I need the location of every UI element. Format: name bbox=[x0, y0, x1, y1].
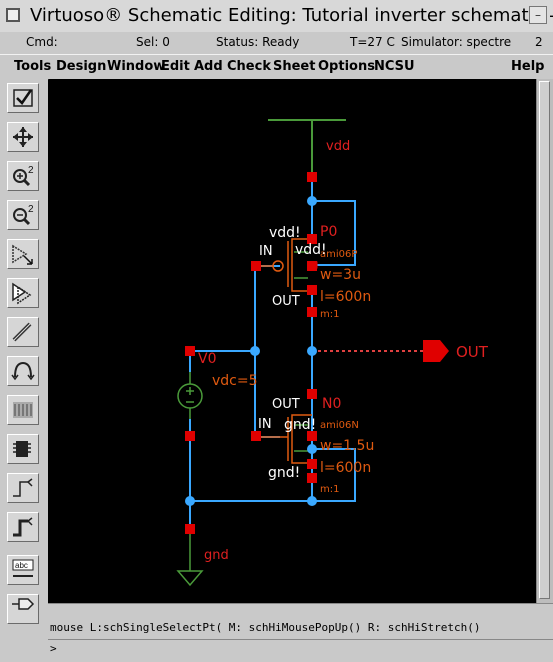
simulator: Simulator: spectre bbox=[401, 35, 512, 49]
cmd-label: Cmd: bbox=[26, 35, 58, 49]
voltage-source bbox=[177, 372, 203, 419]
vertical-scrollbar[interactable] bbox=[536, 79, 553, 603]
label-out-pin: OUT bbox=[456, 343, 489, 361]
label-in-n: IN bbox=[258, 417, 272, 432]
properties-icon bbox=[13, 441, 31, 457]
window-menu-icon[interactable] bbox=[6, 8, 20, 22]
instance-button[interactable] bbox=[7, 473, 39, 503]
undo-button[interactable] bbox=[7, 395, 39, 425]
wire-button[interactable] bbox=[7, 512, 39, 542]
instance-icon bbox=[13, 478, 33, 497]
menu-edit[interactable]: Edit bbox=[161, 59, 190, 74]
wire-name-button[interactable]: abc bbox=[7, 555, 39, 585]
schematic-canvas[interactable]: vdd P0 ami06P w=3u l=600n m:1 vdd! vdd! … bbox=[48, 79, 536, 603]
menu-add[interactable]: Add bbox=[194, 59, 223, 74]
label-out-p: OUT bbox=[272, 294, 300, 309]
label-p0: P0 bbox=[320, 224, 337, 240]
pin-icon bbox=[12, 598, 35, 610]
label-p-w: w=3u bbox=[320, 267, 361, 283]
fit-button[interactable] bbox=[7, 122, 39, 152]
undo-icon bbox=[13, 402, 33, 418]
label-n-m: m:1 bbox=[320, 484, 339, 495]
left-toolbar: 2 2 abc bbox=[0, 79, 48, 624]
zoom-in-button[interactable]: 2 bbox=[7, 161, 39, 191]
prompt: > bbox=[50, 642, 57, 655]
status-text: Status: Ready bbox=[216, 35, 300, 49]
menu-options[interactable]: Options bbox=[318, 59, 375, 74]
menu-bar: Tools Design Window Edit Add Check Sheet… bbox=[0, 54, 553, 80]
menu-check[interactable]: Check bbox=[227, 59, 271, 74]
window-title: Virtuoso® Schematic Editing: Tutorial in… bbox=[30, 5, 553, 26]
fit-icon bbox=[13, 127, 33, 147]
label-ami06n: ami06N bbox=[320, 420, 359, 431]
virtuoso-window: Virtuoso® Schematic Editing: Tutorial in… bbox=[0, 0, 553, 662]
label-v0: V0 bbox=[198, 351, 216, 367]
abc-label: abc bbox=[15, 561, 28, 570]
label-vdd-bang-a: vdd! bbox=[269, 225, 301, 241]
label-vdc: vdc=5 bbox=[212, 373, 258, 389]
label-vdd-bang-b: vdd! bbox=[295, 242, 327, 258]
selection-count: Sel: 0 bbox=[136, 35, 170, 49]
label-in-p: IN bbox=[259, 244, 273, 259]
out-pin bbox=[423, 340, 449, 362]
label-gnd-bang-b: gnd! bbox=[268, 465, 300, 481]
stretch-icon bbox=[12, 244, 33, 265]
label-gnd: gnd bbox=[204, 548, 229, 563]
status-bar: Cmd: Sel: 0 Status: Ready T=27 C Simulat… bbox=[0, 32, 553, 54]
wire-icon bbox=[13, 517, 33, 537]
zoom-out-2-icon: 2 bbox=[13, 204, 34, 226]
svg-text:2: 2 bbox=[28, 204, 34, 215]
label-out-n: OUT bbox=[272, 397, 300, 412]
wires bbox=[189, 181, 423, 529]
delete-icon bbox=[11, 361, 35, 381]
scroll-thumb[interactable] bbox=[539, 81, 550, 599]
menu-tools[interactable]: Tools bbox=[14, 59, 51, 74]
menu-sheet[interactable]: Sheet bbox=[273, 59, 315, 74]
properties-button[interactable] bbox=[7, 434, 39, 464]
label-vdd: vdd bbox=[326, 139, 350, 154]
label-n0: N0 bbox=[322, 396, 341, 412]
check-icon bbox=[13, 89, 33, 107]
label-n-l: l=600n bbox=[320, 460, 371, 476]
gnd-symbol bbox=[176, 529, 204, 587]
label-p-l: l=600n bbox=[320, 289, 371, 305]
delete-button[interactable] bbox=[7, 356, 39, 386]
wire-pencil-icon bbox=[12, 322, 32, 342]
schematic-drawing: vdd P0 ami06P w=3u l=600n m:1 vdd! vdd! … bbox=[48, 79, 489, 587]
label-gnd-bang-a: gnd! bbox=[284, 417, 316, 433]
mouse-binding-bar: mouse L:schSingleSelectPt( M: schHiMouse… bbox=[48, 603, 553, 640]
pin-button[interactable] bbox=[7, 594, 39, 624]
check-save-button[interactable] bbox=[7, 83, 39, 113]
temperature: T=27 C bbox=[350, 35, 395, 49]
label-p-m: m:1 bbox=[320, 309, 339, 320]
menu-window[interactable]: Window bbox=[107, 59, 165, 74]
menu-design[interactable]: Design bbox=[56, 59, 106, 74]
zoom-in-2-icon: 2 bbox=[13, 165, 34, 187]
wire-name-icon: abc bbox=[12, 559, 34, 577]
mouse-bindings: mouse L:schSingleSelectPt( M: schHiMouse… bbox=[50, 621, 481, 634]
command-line[interactable]: > bbox=[48, 639, 553, 662]
copy-icon bbox=[12, 282, 32, 305]
zoom-out-button[interactable]: 2 bbox=[7, 200, 39, 230]
copy-button[interactable] bbox=[7, 278, 39, 308]
window-number: 2 bbox=[535, 35, 543, 49]
svg-text:2: 2 bbox=[28, 165, 34, 176]
menu-help[interactable]: Help bbox=[511, 59, 544, 74]
stretch-button[interactable] bbox=[7, 239, 39, 269]
grid-dots bbox=[48, 79, 49, 80]
menu-ncsu[interactable]: NCSU bbox=[374, 59, 415, 74]
minimize-button[interactable]: – bbox=[529, 6, 547, 24]
label-n-w: w=1.5u bbox=[320, 438, 374, 454]
wire-pencil-button[interactable] bbox=[7, 317, 39, 347]
title-bar[interactable]: Virtuoso® Schematic Editing: Tutorial in… bbox=[0, 0, 553, 33]
